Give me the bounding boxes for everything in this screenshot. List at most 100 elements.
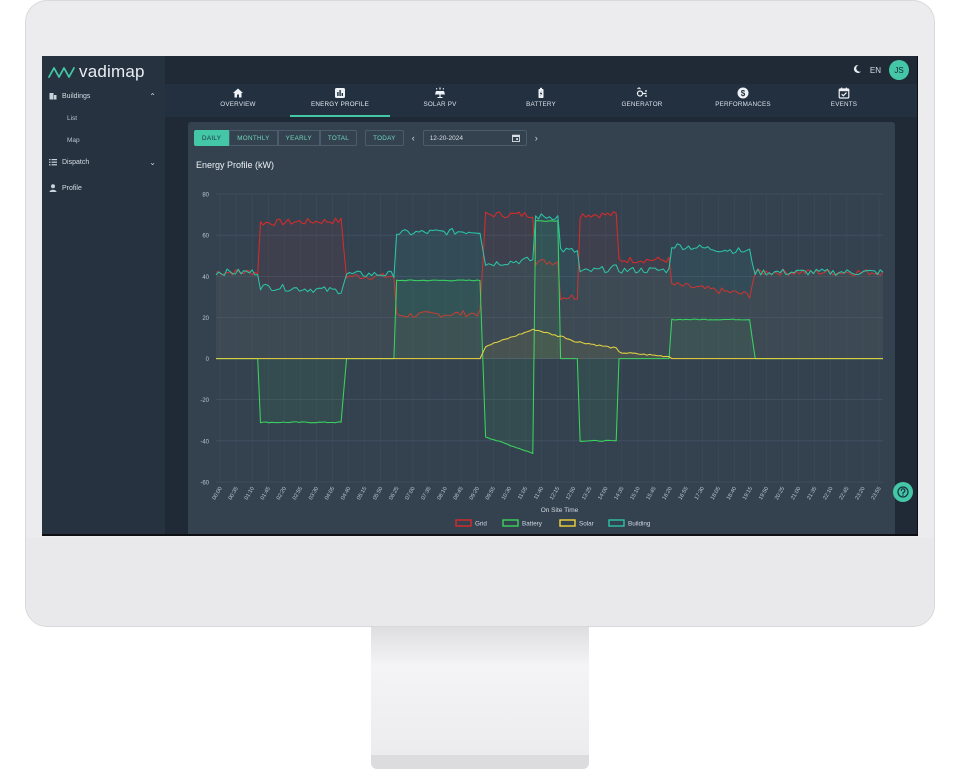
tab-label: OVERVIEW [220,101,256,108]
tab-label: EVENTS [830,101,858,108]
x-tick-label: 23:55 [871,486,883,501]
sidebar: vadimap Buildings ⌃ List Map Dispatch ⌄ … [42,56,165,534]
tab-generator[interactable]: GENERATOR [592,84,692,117]
moon-icon[interactable] [852,61,862,79]
y-tick-label: -20 [200,398,209,404]
help-button[interactable] [893,482,913,502]
x-tick-label: 11:05 [517,486,529,501]
calendar-icon[interactable] [511,134,520,142]
top-bar-actions: EN JS [852,60,909,80]
logo-text: vadimap [79,62,145,81]
period-yearly-button[interactable]: YEARLY [277,130,320,146]
tab-battery[interactable]: BATTERY [491,84,591,117]
period-daily-button[interactable]: DAILY [194,130,230,146]
language-selector[interactable]: EN [870,66,881,75]
x-tick-label: 06:25 [388,486,400,501]
question-icon [897,486,909,498]
x-tick-label: 16:55 [678,486,690,501]
calendar-check-icon [838,87,850,99]
x-tick-label: 07:00 [404,486,416,501]
x-tick-label: 03:30 [308,486,320,501]
chevron-right-icon[interactable]: › [535,133,538,143]
x-tick-label: 09:55 [485,486,497,501]
x-tick-label: 15:45 [646,486,658,501]
x-tick-label: 01:10 [244,486,256,501]
date-value: 12-20-2024 [429,134,463,142]
logo-wave-icon [48,67,75,78]
app-logo[interactable]: vadimap [48,61,145,83]
x-tick-label: 19:50 [758,486,770,501]
bar-chart-icon [335,88,345,98]
sidebar-item-profile[interactable]: Profile [42,180,165,196]
x-tick-label: 22:10 [822,486,834,501]
x-tick-label: 12:15 [549,486,561,501]
legend-label-building: Building [628,521,651,528]
x-tick-label: 07:35 [420,486,432,501]
tab-label: PERFORMANCES [715,101,771,108]
y-tick-label: 20 [202,316,209,322]
sidebar-item-dispatch[interactable]: Dispatch ⌄ [42,154,165,170]
tab-solar-pv[interactable]: SOLAR PV [390,84,490,117]
building-icon [49,92,59,100]
x-tick-label: 20:25 [774,486,786,501]
app-screen: vadimap Buildings ⌃ List Map Dispatch ⌄ … [42,56,917,534]
x-tick-label: 02:55 [292,486,304,501]
x-tick-label: 14:00 [597,486,609,501]
home-icon [233,88,243,98]
legend-label-battery: Battery [522,521,543,528]
svg-text:$: $ [741,89,746,98]
chevron-down-icon[interactable]: ⌄ [149,158,156,167]
legend-swatch-building [608,519,625,527]
tab-energy-profile[interactable]: ENERGY PROFILE [290,84,390,117]
user-avatar[interactable]: JS [889,60,909,80]
legend-swatch-solar [559,519,576,527]
tab-label: SOLAR PV [423,101,457,108]
active-tab-indicator [290,115,390,117]
y-tick-label: 80 [202,193,209,199]
x-tick-label: 12:50 [565,486,577,501]
chevron-up-icon[interactable]: ⌃ [149,92,156,101]
x-tick-label: 22:45 [838,486,850,501]
list-icon [49,158,59,166]
y-tick-label: 40 [202,275,209,281]
sidebar-item-label: Profile [62,184,82,192]
tab-performances[interactable]: $ PERFORMANCES [693,84,793,117]
chart-panel: DAILY MONTHLY YEARLY TOTAL TODAY ‹ 12-20… [188,122,895,534]
y-tick-label: -40 [200,439,209,445]
x-tick-label: 04:40 [340,486,352,501]
date-controls: DAILY MONTHLY YEARLY TOTAL TODAY ‹ 12-20… [194,130,546,146]
x-tick-label: 21:35 [806,486,818,501]
sidebar-item-buildings[interactable]: Buildings ⌃ [42,88,165,104]
period-total-button[interactable]: TOTAL [319,130,358,146]
solar-panel-icon [435,87,445,98]
x-tick-label: 23:20 [854,486,866,501]
tab-overview[interactable]: OVERVIEW [188,84,288,117]
y-tick-label: -60 [200,481,209,487]
chevron-left-icon[interactable]: ‹ [412,133,415,143]
monitor-stand-base [371,755,589,769]
date-picker[interactable]: 12-20-2024 [422,130,527,146]
tab-label: ENERGY PROFILE [311,101,369,108]
tab-events[interactable]: EVENTS [794,84,894,117]
x-tick-label: 10:30 [501,486,513,501]
x-tick-label: 18:05 [710,486,722,501]
legend-label-solar: Solar [579,521,594,528]
y-tick-label: 0 [206,357,210,363]
sidebar-subitem-map[interactable]: Map [67,137,80,144]
sidebar-item-label: Dispatch [62,158,90,166]
battery-icon [538,87,544,98]
dollar-icon: $ [737,87,749,99]
top-bar: EN JS [165,56,917,84]
x-tick-label: 01:45 [260,486,272,501]
sidebar-subitem-list[interactable]: List [67,115,77,122]
x-tick-label: 13:25 [581,486,593,501]
today-button[interactable]: TODAY [365,130,404,146]
monitor-chin [26,538,934,626]
monitor-stand [371,627,589,757]
x-tick-label: 18:40 [726,486,738,501]
x-tick-label: 16:20 [662,486,674,501]
x-tick-label: 04:05 [324,486,336,501]
period-monthly-button[interactable]: MONTHLY [229,130,278,146]
sidebar-item-label: Buildings [62,92,91,100]
x-tick-label: 05:15 [356,486,368,501]
